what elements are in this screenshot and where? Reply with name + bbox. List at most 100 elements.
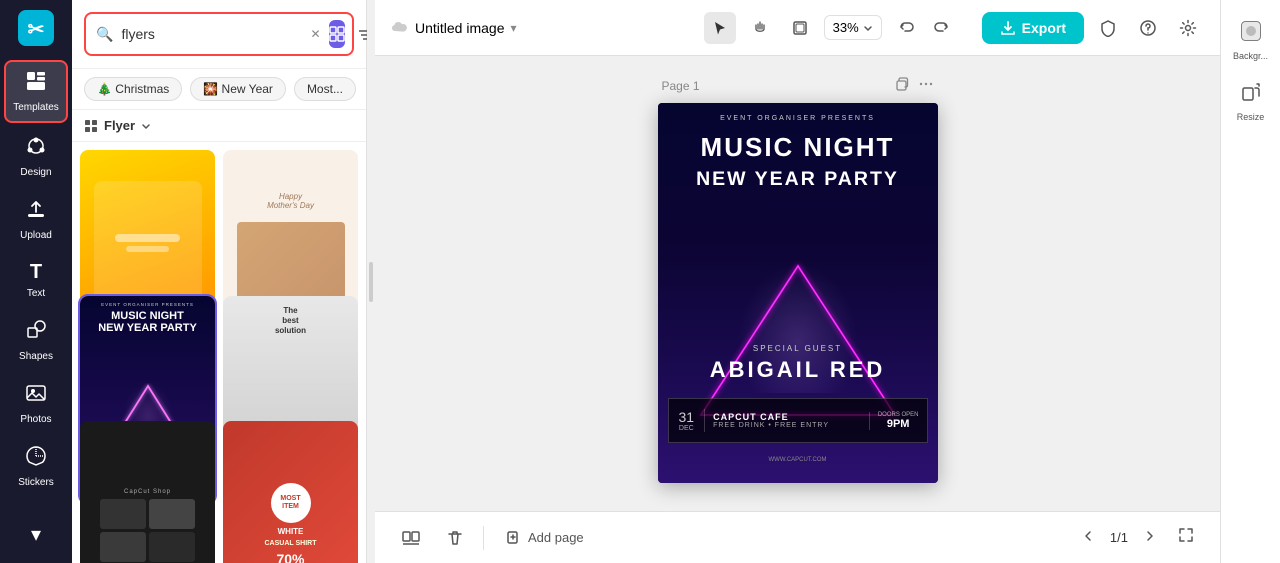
upload-icon <box>25 198 47 226</box>
panel-separator <box>367 0 375 563</box>
templates-label: Templates <box>13 102 59 113</box>
design-label: Design <box>20 167 51 178</box>
settings-icon-btn[interactable] <box>1172 12 1204 44</box>
clear-search-button[interactable]: ✕ <box>310 27 320 41</box>
templates-panel: 🔍 ✕ 🎄 Christmas 🎇 New Y <box>72 0 367 563</box>
page-label: Page 1 <box>662 79 700 93</box>
add-page-label: Add page <box>528 530 584 545</box>
resize-icon <box>1240 81 1262 108</box>
filter-row: Flyer <box>72 110 366 142</box>
toolbar-right: Export <box>970 12 1204 44</box>
prev-page-button[interactable] <box>1074 524 1102 552</box>
main-canvas[interactable]: EVENT ORGANISER PRESENTS MUSIC NIGHT NEW… <box>658 103 938 483</box>
help-icon-btn[interactable] <box>1132 12 1164 44</box>
redo-button[interactable] <box>926 12 958 44</box>
page-thumbnail-button[interactable] <box>395 522 427 554</box>
photos-icon <box>25 382 47 410</box>
undo-button[interactable] <box>890 12 922 44</box>
photos-label: Photos <box>20 414 51 425</box>
bottom-left: Add page <box>395 522 594 554</box>
canvas-guest-label: SPECIAL GUEST <box>658 344 938 353</box>
text-label: Text <box>27 288 45 299</box>
doc-title[interactable]: Untitled image ▾ <box>391 19 517 36</box>
templates-grid: Open Now World HappyMother's Day 25 Some… <box>72 142 366 563</box>
undo-redo <box>890 12 958 44</box>
add-page-button[interactable]: Add page <box>496 524 594 552</box>
zoom-control[interactable]: 33% <box>824 15 882 40</box>
doc-title-chevron: ▾ <box>511 21 517 35</box>
page-header: Page 1 <box>658 76 938 95</box>
stickers-label: Stickers <box>18 477 54 488</box>
canvas-bottom-bar: 31 DEC CAPCUT CAFE FREE DRINK • FREE ENT… <box>668 398 928 443</box>
toolbar-center: 33% <box>704 12 958 44</box>
search-icon: 🔍 <box>96 26 113 43</box>
visual-search-button[interactable] <box>329 20 345 48</box>
page-container: Page 1 <box>658 76 938 483</box>
tags-row: 🎄 Christmas 🎇 New Year Most... <box>72 69 366 110</box>
expand-canvas-button[interactable] <box>1172 524 1200 552</box>
shield-icon-btn[interactable] <box>1092 12 1124 44</box>
search-input[interactable] <box>121 26 302 42</box>
right-panel-resize[interactable]: Resize <box>1225 73 1277 130</box>
background-label: Backgr... <box>1233 51 1268 61</box>
right-panel: Backgr... Resize <box>1220 0 1280 563</box>
canvas-wrapper[interactable]: Page 1 <box>375 56 1220 511</box>
page-counter: 1/1 <box>1110 530 1128 545</box>
page-header-right <box>894 76 934 95</box>
drag-handle[interactable] <box>369 262 373 302</box>
export-button[interactable]: Export <box>982 12 1084 44</box>
canvas-title1: MUSIC NIGHT NEW YEAR PARTY <box>658 133 938 190</box>
app-logo: ✂ <box>16 8 56 48</box>
page-more-icon[interactable] <box>918 76 934 95</box>
main-area: Untitled image ▾ 33% <box>375 0 1220 563</box>
bottom-bar: Add page 1/1 <box>375 511 1220 563</box>
frame-tool-button[interactable] <box>784 12 816 44</box>
cloud-icon <box>391 19 409 36</box>
top-bar: Untitled image ▾ 33% <box>375 0 1220 56</box>
canvas-website: WWW.CAPCUT.COM <box>658 457 938 463</box>
sidebar-item-text[interactable]: T Text <box>4 253 68 307</box>
sidebar-item-templates[interactable]: Templates <box>4 60 68 123</box>
search-wrapper: 🔍 ✕ <box>84 12 354 56</box>
tag-new-year[interactable]: 🎇 New Year <box>190 77 286 101</box>
filter-label: Flyer <box>104 118 135 133</box>
doc-title-text: Untitled image <box>415 20 505 36</box>
templates-icon <box>25 70 47 98</box>
delete-page-button[interactable] <box>439 522 471 554</box>
sidebar: ✂ Templates Design <box>0 0 72 563</box>
sidebar-item-shapes[interactable]: Shapes <box>4 311 68 370</box>
template-card-most-item[interactable]: MOSTITEM WHITE CASUAL SHIRT 70% <box>223 421 358 563</box>
search-bar: 🔍 ✕ <box>72 0 366 69</box>
next-page-button[interactable] <box>1136 524 1164 552</box>
more-icon: ▾ <box>31 522 41 547</box>
canvas-event-org: EVENT ORGANISER PRESENTS <box>658 115 938 122</box>
sidebar-item-more[interactable]: ▾ <box>4 514 68 555</box>
sidebar-item-photos[interactable]: Photos <box>4 374 68 433</box>
sidebar-item-design[interactable]: Design <box>4 127 68 186</box>
canvas-date: 31 DEC <box>669 409 706 432</box>
sidebar-item-upload[interactable]: Upload <box>4 190 68 249</box>
shapes-icon <box>25 319 47 347</box>
divider <box>483 526 484 550</box>
template-card-capcut-shop[interactable]: CapCut Shop <box>80 421 215 563</box>
canvas-venue: CAPCUT CAFE FREE DRINK • FREE ENTRY <box>705 412 869 429</box>
bottom-right: 1/1 <box>1074 524 1200 552</box>
resize-label: Resize <box>1237 112 1265 122</box>
canvas-time: DOORS OPEN 9PM <box>869 412 927 430</box>
hand-tool-button[interactable] <box>744 12 776 44</box>
select-tool-button[interactable] <box>704 12 736 44</box>
export-label: Export <box>1022 20 1066 36</box>
sidebar-item-stickers[interactable]: Stickers <box>4 437 68 496</box>
flyer-filter-button[interactable]: Flyer <box>84 118 354 133</box>
copy-page-icon[interactable] <box>894 76 910 95</box>
background-icon <box>1240 20 1262 47</box>
shapes-label: Shapes <box>19 351 53 362</box>
canvas-guest-name: ABIGAIL RED <box>658 357 938 383</box>
upload-label: Upload <box>20 230 52 241</box>
tag-most[interactable]: Most... <box>294 77 356 101</box>
tag-christmas[interactable]: 🎄 Christmas <box>84 77 182 101</box>
right-panel-background[interactable]: Backgr... <box>1225 12 1277 69</box>
text-icon: T <box>30 261 42 284</box>
svg-text:✂: ✂ <box>28 19 45 41</box>
design-icon <box>25 135 47 163</box>
